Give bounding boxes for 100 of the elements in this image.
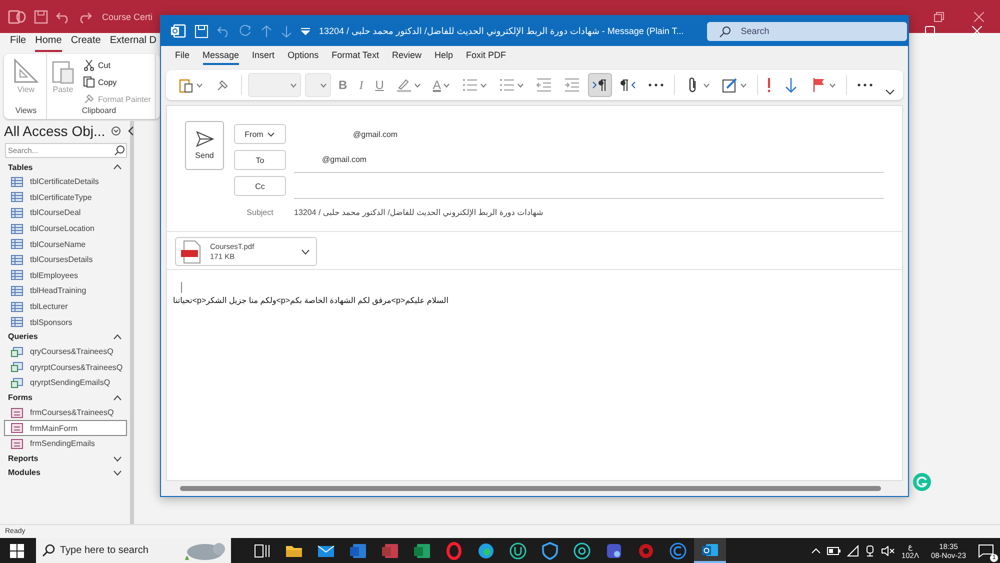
object-item[interactable]: tblCertificateType bbox=[4, 190, 127, 206]
object-item[interactable]: frmMainForm bbox=[4, 420, 127, 436]
ribbon-tab[interactable]: Format Text bbox=[332, 50, 379, 63]
speaker-muted-icon[interactable] bbox=[881, 546, 896, 556]
ribbon-tab[interactable]: Message bbox=[202, 50, 240, 65]
object-item[interactable]: tblCertificateDetails bbox=[4, 174, 127, 190]
group-header[interactable]: Modules bbox=[4, 466, 130, 480]
undo-icon[interactable] bbox=[56, 10, 70, 24]
copy-icon bbox=[83, 76, 95, 88]
close-icon[interactable] bbox=[974, 12, 984, 22]
subject-field[interactable]: شهادات دورة الربط الإلكتروني الحديث للفاضل/ الدكتور محمد حلبى / 13204 bbox=[294, 208, 544, 216]
send-button[interactable]: Send bbox=[185, 121, 224, 170]
caret-icon bbox=[414, 82, 421, 88]
more-icon bbox=[648, 83, 664, 87]
ribbon-tab[interactable]: External D bbox=[110, 35, 157, 52]
ribbon-tab[interactable]: Review bbox=[392, 50, 422, 63]
underline-button[interactable]: U bbox=[371, 73, 388, 97]
microphone-icon[interactable] bbox=[865, 544, 876, 556]
group-header[interactable]: Tables bbox=[4, 160, 130, 174]
ribbon-tab[interactable]: Options bbox=[288, 50, 319, 63]
down-arrow-icon bbox=[783, 77, 800, 93]
sender-address: @gmail.com bbox=[353, 130, 398, 138]
italic-button[interactable]: I bbox=[355, 73, 368, 97]
object-item[interactable]: frmCourses&TraineesQ bbox=[4, 404, 127, 420]
chevron-up-icon[interactable] bbox=[811, 548, 822, 554]
to-field[interactable]: @gmail.com bbox=[294, 147, 884, 173]
notifications-icon[interactable] bbox=[978, 544, 994, 558]
task-view-icon bbox=[253, 542, 271, 560]
object-item[interactable]: tblCourseName bbox=[4, 236, 127, 252]
mail-app-icon[interactable] bbox=[170, 23, 186, 39]
triangle-ruler-icon bbox=[12, 57, 40, 85]
font-color-button[interactable]: A bbox=[428, 73, 454, 97]
caret-icon bbox=[516, 82, 524, 88]
table-icon bbox=[11, 192, 23, 202]
expand-ribbon-icon[interactable] bbox=[884, 89, 895, 95]
redo-icon[interactable] bbox=[78, 10, 92, 24]
group-label: Clipboard bbox=[82, 106, 116, 115]
circle-app-icon bbox=[509, 542, 527, 560]
table-icon bbox=[11, 176, 23, 187]
cc-button[interactable]: Cc bbox=[234, 176, 286, 196]
restore-icon[interactable] bbox=[934, 12, 944, 22]
group-header[interactable]: Forms bbox=[4, 390, 130, 405]
object-item[interactable]: qryrptCourses&TraineesQ bbox=[4, 360, 127, 376]
form-icon bbox=[11, 423, 23, 434]
object-item[interactable]: tblCourseDeal bbox=[4, 205, 127, 221]
copy-button[interactable]: Copy bbox=[83, 74, 151, 90]
object-item[interactable]: tblHeadTraining bbox=[4, 283, 127, 299]
caret-icon bbox=[829, 82, 836, 88]
caret-icon bbox=[267, 132, 276, 136]
left-to-right-button[interactable] bbox=[588, 73, 612, 97]
caret-icon bbox=[740, 82, 747, 88]
ribbon-tab[interactable]: File bbox=[10, 35, 26, 52]
table-icon bbox=[11, 239, 23, 250]
object-item[interactable]: tblLecturer bbox=[4, 298, 127, 314]
customize-icon[interactable] bbox=[301, 28, 310, 34]
caret-icon bbox=[196, 82, 203, 88]
search-icon[interactable] bbox=[114, 145, 125, 156]
list-icon bbox=[462, 77, 478, 93]
ribbon-tab[interactable]: Insert bbox=[252, 50, 275, 63]
object-item[interactable]: tblEmployees bbox=[4, 268, 127, 284]
maximize-icon[interactable] bbox=[924, 26, 935, 36]
brush-icon bbox=[83, 93, 95, 105]
object-item[interactable]: tblCourseLocation bbox=[4, 220, 127, 236]
ribbon-tab[interactable]: Home bbox=[35, 35, 62, 52]
ribbon-tab[interactable]: File bbox=[175, 50, 190, 63]
group-header[interactable]: Queries bbox=[4, 330, 130, 344]
battery-icon[interactable] bbox=[827, 546, 842, 554]
object-item[interactable]: tblSponsors bbox=[4, 314, 127, 330]
to-button[interactable]: To bbox=[234, 150, 286, 170]
database-app-icon[interactable] bbox=[8, 8, 26, 24]
form-icon bbox=[11, 438, 23, 449]
object-item[interactable]: frmSendingEmails bbox=[4, 436, 127, 452]
caret-icon bbox=[442, 82, 450, 88]
ring-app-icon bbox=[637, 542, 655, 560]
ribbon-tab[interactable]: Help bbox=[434, 50, 453, 63]
shield-icon bbox=[541, 542, 559, 560]
group-header[interactable]: Reports bbox=[4, 452, 130, 466]
chevron-down-icon[interactable] bbox=[301, 248, 310, 254]
list-icon bbox=[498, 77, 515, 93]
cut-button[interactable]: Cut bbox=[83, 57, 151, 73]
windows-start-icon[interactable] bbox=[10, 544, 24, 558]
wifi-icon[interactable] bbox=[847, 544, 860, 556]
object-item[interactable]: qryCourses&TraineesQ bbox=[4, 344, 127, 360]
table-icon bbox=[11, 286, 23, 296]
subject-label: Subject bbox=[246, 208, 274, 216]
query-icon bbox=[11, 378, 23, 388]
from-button[interactable]: From bbox=[234, 124, 286, 144]
table-icon bbox=[11, 208, 23, 218]
scissors-icon bbox=[83, 59, 95, 71]
dropdown-icon[interactable] bbox=[111, 126, 122, 136]
clipboard-icon bbox=[178, 77, 194, 93]
object-item[interactable]: tblCoursesDetails bbox=[4, 252, 127, 268]
collapse-icon[interactable] bbox=[127, 126, 136, 136]
save-icon[interactable] bbox=[34, 10, 48, 24]
search-field[interactable]: Search bbox=[706, 22, 907, 40]
ribbon-tab[interactable]: Foxit PDF bbox=[466, 50, 506, 63]
database-app-icon bbox=[381, 542, 399, 560]
ribbon-tab[interactable]: Create bbox=[70, 35, 101, 52]
object-item[interactable]: qryrptSendingEmailsQ bbox=[4, 375, 127, 391]
bold-button[interactable]: B bbox=[334, 73, 352, 97]
